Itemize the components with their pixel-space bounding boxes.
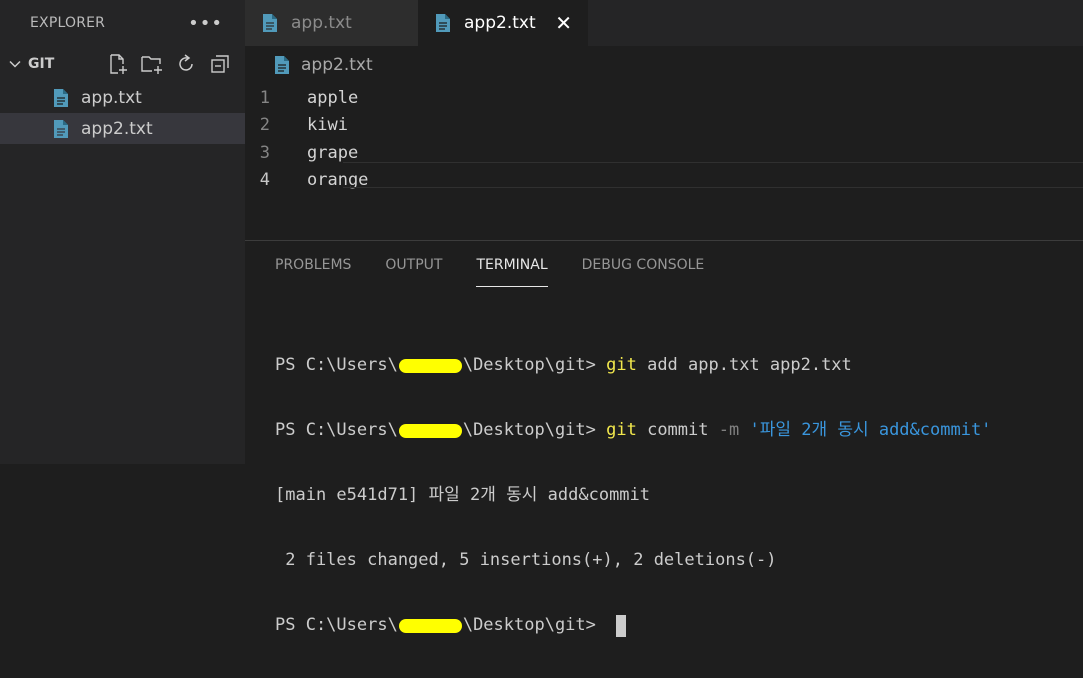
output-text: 2 files changed, 5 insertions(+), 2 dele… [275, 550, 777, 570]
tab-problems[interactable]: PROBLEMS [275, 241, 351, 287]
close-icon[interactable]: ✕ [555, 11, 572, 35]
breadcrumb[interactable]: app2.txt [245, 46, 1083, 84]
redaction-mark [398, 358, 462, 373]
terminal-line: 2 files changed, 5 insertions(+), 2 dele… [275, 548, 1083, 573]
code-line: 2 kiwi [245, 112, 1083, 140]
prompt-prefix: PS C:\Users\ [275, 615, 398, 635]
prompt-prefix: PS C:\Users\ [275, 355, 398, 375]
file-name: app.txt [81, 87, 142, 108]
terminal-line: PS C:\Users\ \Desktop\git> git commit -m … [275, 418, 1083, 443]
collapse-all-icon[interactable] [207, 51, 233, 77]
line-text: grape [307, 142, 359, 163]
tab-app-txt[interactable]: app.txt [245, 0, 418, 46]
tab-app2-txt[interactable]: app2.txt ✕ [418, 0, 588, 46]
panel-tabs: PROBLEMS OUTPUT TERMINAL DEBUG CONSOLE [245, 241, 1083, 287]
more-icon[interactable]: ••• [188, 13, 223, 34]
line-number: 3 [259, 142, 270, 163]
prompt-suffix: \Desktop\git> [462, 355, 607, 375]
terminal-line: [main e541d71] 파일 2개 동시 add&commit [275, 483, 1083, 508]
command-args: add app.txt app2.txt [636, 355, 852, 375]
bottom-panel: PROBLEMS OUTPUT TERMINAL DEBUG CONSOLE P… [245, 240, 1083, 637]
tab-output[interactable]: OUTPUT [385, 241, 442, 287]
file-icon [273, 55, 291, 75]
redaction-mark [398, 423, 462, 438]
chevron-down-icon[interactable] [6, 57, 24, 71]
command-string: '파일 2개 동시 add&commit' [739, 420, 992, 440]
file-icon [261, 13, 279, 33]
command-name: git [606, 420, 637, 440]
command-flag: -m [718, 420, 740, 440]
editor-area: app.txt app2.txt ✕ app2.txt 1 apple 2 ki… [245, 0, 1083, 240]
tab-debug-console[interactable]: DEBUG CONSOLE [582, 241, 705, 287]
file-icon [434, 13, 452, 33]
output-text: [main e541d71] 파일 2개 동시 add&commit [275, 485, 651, 505]
section-git[interactable]: GIT [0, 46, 245, 82]
tab-label: app2.txt [464, 13, 536, 33]
explorer-title: EXPLORER [30, 15, 106, 31]
new-folder-icon[interactable] [139, 51, 165, 77]
breadcrumb-file: app2.txt [301, 55, 373, 75]
file-item-app2-txt[interactable]: app2.txt [0, 113, 245, 144]
terminal-line: PS C:\Users\ \Desktop\git> git add app.tx… [275, 353, 1083, 378]
line-number: 1 [259, 87, 270, 108]
new-file-icon[interactable] [105, 51, 131, 77]
file-item-app-txt[interactable]: app.txt [0, 82, 245, 113]
redaction-mark [398, 618, 462, 633]
line-number: 4 [259, 170, 270, 191]
explorer-header: EXPLORER ••• [0, 0, 245, 46]
terminal-cursor [616, 614, 627, 637]
command-args: commit [636, 420, 719, 440]
line-text: kiwi [307, 115, 348, 136]
file-name: app2.txt [81, 118, 153, 139]
refresh-icon[interactable] [173, 51, 199, 77]
section-title: GIT [28, 56, 55, 72]
terminal-line: PS C:\Users\ \Desktop\git> [275, 613, 1083, 638]
prompt-prefix: PS C:\Users\ [275, 420, 398, 440]
section-actions [105, 51, 233, 77]
terminal[interactable]: PS C:\Users\ \Desktop\git> git add app.tx… [245, 287, 1083, 678]
tab-terminal[interactable]: TERMINAL [476, 241, 548, 287]
line-number: 2 [259, 115, 270, 136]
prompt-suffix: \Desktop\git> [462, 420, 607, 440]
file-icon [52, 119, 70, 139]
editor-tabbar: app.txt app2.txt ✕ [245, 0, 1083, 46]
tab-label: app.txt [291, 13, 352, 33]
command-name: git [606, 355, 637, 375]
code-line: 1 apple [245, 84, 1083, 112]
prompt-suffix: \Desktop\git> [462, 615, 607, 635]
current-line-highlight [343, 162, 1083, 188]
file-icon [52, 88, 70, 108]
explorer-sidebar: EXPLORER ••• GIT app.txt app2.txt [0, 0, 245, 464]
line-text: apple [307, 87, 359, 108]
